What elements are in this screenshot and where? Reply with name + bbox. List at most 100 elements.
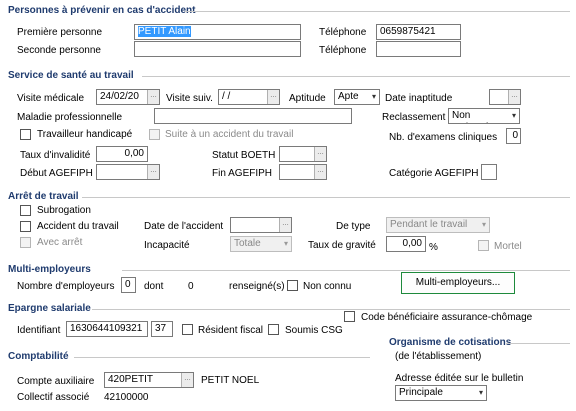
travailleur-handicape-checkbox[interactable] [20,129,31,140]
adresse-editee-value: Principale [399,387,443,398]
date-inaptitude-label: Date inaptitude [385,93,453,104]
visite-suiv-value: / / [222,91,231,102]
visite-medicale-input[interactable]: 24/02/20 … [96,89,160,105]
resident-fiscal-label: Résident fiscal [198,325,264,336]
nb-employeurs-input[interactable]: 0 [121,277,136,293]
telephone-1-input[interactable]: 0659875421 [376,24,461,40]
statut-boeth-input[interactable]: … [279,146,327,162]
taux-invalidite-input[interactable]: 0,00 [96,146,148,162]
visite-medicale-value: 24/02/20 [100,91,139,102]
premiere-personne-input[interactable]: PETIT Alain [134,24,301,40]
section-title-multi: Multi-employeurs [8,264,91,275]
aptitude-label: Aptitude [289,93,326,104]
avec-arret-checkbox[interactable] [20,237,31,248]
debut-agefiph-input[interactable]: … [96,164,160,180]
resident-fiscal-checkbox[interactable] [182,324,193,335]
nb-examens-label: Nb. d'examens cliniques [389,132,498,143]
ellipsis-icon[interactable]: … [508,90,520,104]
maladie-input[interactable] [154,108,352,124]
compte-auxiliaire-input[interactable]: 420PETIT … [104,372,194,388]
dont-label: dont [144,281,164,292]
taux-gravite-input[interactable]: 0,00 [386,236,426,252]
chevron-down-icon: ▾ [511,111,516,120]
compte-auxiliaire-name: PETIT NOEL [201,375,260,386]
section-title-epargne: Epargne salariale [8,303,91,314]
aptitude-select[interactable]: Apte ▾ [334,89,380,105]
suite-accident-checkbox[interactable] [149,129,160,140]
renseignes-label: renseigné(s) [229,281,285,292]
mortel-checkbox[interactable] [478,240,489,251]
visite-suiv-input[interactable]: / / … [218,89,280,105]
categorie-agefiph-label: Catégorie AGEFIPH [389,168,479,179]
fin-agefiph-label: Fin AGEFIPH [212,168,273,179]
avec-arret-label: Avec arrêt [37,237,83,248]
date-accident-label: Date de l'accident [144,221,224,232]
seconde-personne-label: Seconde personne [17,45,101,56]
visite-suiv-label: Visite suiv. [166,93,213,104]
accident-travail-checkbox[interactable] [20,221,31,232]
ellipsis-icon[interactable]: … [314,165,326,179]
adresse-editee-select[interactable]: Principale ▾ [395,385,487,401]
section-divider [506,343,570,344]
ellipsis-icon[interactable]: … [147,165,159,179]
section-title-personnes: Personnes à prévenir en cas d'accident [8,5,196,16]
percent-label: % [429,242,438,253]
ellipsis-icon[interactable]: … [147,90,159,104]
ellipsis-icon[interactable]: … [181,373,193,387]
ellipsis-icon[interactable]: … [267,90,279,104]
fin-agefiph-input[interactable]: … [279,164,327,180]
identifiant-input[interactable]: 1630644109321 [66,321,148,337]
suite-accident-label: Suite à un accident du travail [165,129,294,140]
seconde-personne-input[interactable] [134,41,301,57]
organisme-subtitle: (de l'établissement) [395,351,482,362]
date-accident-input[interactable]: … [230,217,292,233]
non-connu-label: Non connu [303,281,352,292]
section-divider [142,76,570,77]
nb-employeurs-label: Nombre d'employeurs [17,281,115,292]
identifiant-cle-input[interactable]: 37 [151,321,173,337]
telephone-2-input[interactable] [376,41,461,57]
code-beneficiaire-label: Code bénéficiaire assurance-chômage [361,312,533,323]
incapacite-select[interactable]: Totale ▾ [230,236,292,252]
section-divider [122,270,570,271]
aptitude-value: Apte [338,91,359,102]
chevron-down-icon: ▾ [478,388,483,397]
non-connu-checkbox[interactable] [287,280,298,291]
reclassement-label: Reclassement [382,112,446,123]
soumis-csg-checkbox[interactable] [268,324,279,335]
soumis-csg-label: Soumis CSG [285,325,343,336]
de-type-select[interactable]: Pendant le travail ▾ [386,217,490,233]
compte-auxiliaire-label: Compte auxiliaire [17,376,95,387]
reclassement-select[interactable]: Non reclassé ▾ [448,108,520,124]
chevron-down-icon: ▾ [283,239,288,248]
chevron-down-icon: ▾ [481,220,486,229]
section-divider [74,357,370,358]
section-divider [185,11,570,12]
mortel-label: Mortel [494,241,522,252]
section-title-arret: Arrêt de travail [8,191,79,202]
section-title-compta: Comptabilité [8,351,69,362]
statut-boeth-label: Statut BOETH [212,150,276,161]
telephone-2-label: Téléphone [319,45,367,56]
travailleur-handicape-label: Travailleur handicapé [37,129,133,140]
ellipsis-icon[interactable]: … [314,147,326,161]
section-divider [92,309,570,310]
categorie-agefiph-input[interactable] [481,164,497,180]
dont-value: 0 [188,281,194,292]
premiere-personne-value: PETIT Alain [138,26,191,37]
nb-examens-input[interactable]: 0 [506,128,521,144]
taux-gravite-label: Taux de gravité [308,240,376,251]
collectif-value: 42100000 [104,392,149,403]
debut-agefiph-label: Début AGEFIPH [20,168,93,179]
section-title-sante: Service de santé au travail [8,70,134,81]
ellipsis-icon[interactable]: … [279,218,291,232]
visite-medicale-label: Visite médicale [17,93,85,104]
section-divider [82,197,570,198]
incapacite-label: Incapacité [144,240,190,251]
date-inaptitude-input[interactable]: … [489,89,521,105]
identifiant-label: Identifiant [17,325,61,336]
multi-employeurs-button[interactable]: Multi-employeurs... [401,272,515,294]
subrogation-checkbox[interactable] [20,205,31,216]
accident-travail-label: Accident du travail [37,221,119,232]
code-beneficiaire-checkbox[interactable] [344,311,355,322]
